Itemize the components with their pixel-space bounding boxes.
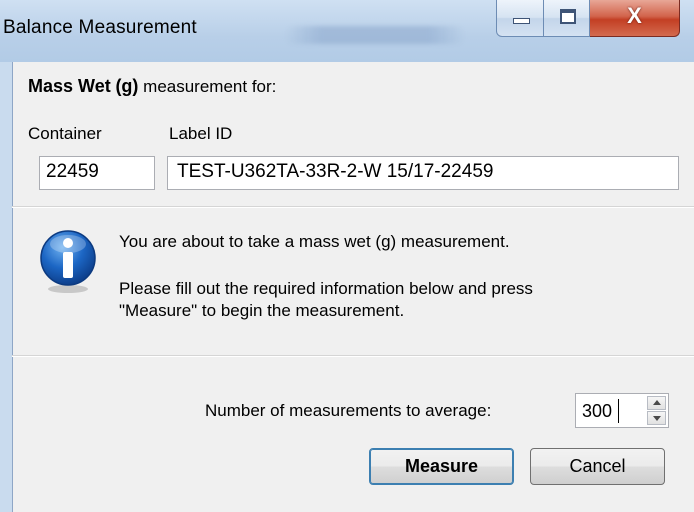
average-count-stepper[interactable]: 300 xyxy=(575,393,669,428)
measure-button[interactable]: Measure xyxy=(369,448,514,485)
cancel-button[interactable]: Cancel xyxy=(530,448,665,485)
measure-name: Mass Wet xyxy=(28,76,111,96)
heading-suffix: measurement for: xyxy=(143,77,277,96)
close-button[interactable]: X xyxy=(590,0,680,37)
divider-bottom-highlight xyxy=(12,356,694,357)
minimize-button[interactable] xyxy=(496,0,544,37)
minimize-icon xyxy=(513,18,530,24)
average-count-value[interactable]: 300 xyxy=(582,401,612,422)
info-icon xyxy=(40,230,96,293)
divider-top-highlight xyxy=(12,207,694,208)
stepper-arrows xyxy=(647,396,666,425)
label-id-field[interactable]: TEST-U362TA-33R-2-W 15/17-22459 xyxy=(167,156,679,190)
measure-unit: (g) xyxy=(115,76,139,96)
info-line-3: "Measure" to begin the measurement. xyxy=(119,301,405,320)
measurement-heading: Mass Wet (g) measurement for: xyxy=(28,76,276,97)
blurred-title-region xyxy=(285,26,465,44)
stepper-up-icon[interactable] xyxy=(647,396,666,410)
text-caret xyxy=(618,399,619,423)
maximize-button[interactable] xyxy=(544,0,590,37)
average-count-label: Number of measurements to average: xyxy=(205,401,492,420)
info-line-1: You are about to take a mass wet (g) mea… xyxy=(119,232,510,251)
close-icon: X xyxy=(627,3,642,28)
container-label: Container xyxy=(28,124,102,143)
stepper-down-icon[interactable] xyxy=(647,411,666,425)
info-line-2: Please fill out the required information… xyxy=(119,279,533,298)
caption-buttons: X xyxy=(496,0,680,38)
window-title: Balance Measurement xyxy=(3,17,197,38)
maximize-icon xyxy=(560,9,576,24)
title-bar[interactable]: Balance Measurement X xyxy=(0,0,694,62)
container-field[interactable]: 22459 xyxy=(39,156,155,190)
label-id-label: Label ID xyxy=(169,124,233,143)
